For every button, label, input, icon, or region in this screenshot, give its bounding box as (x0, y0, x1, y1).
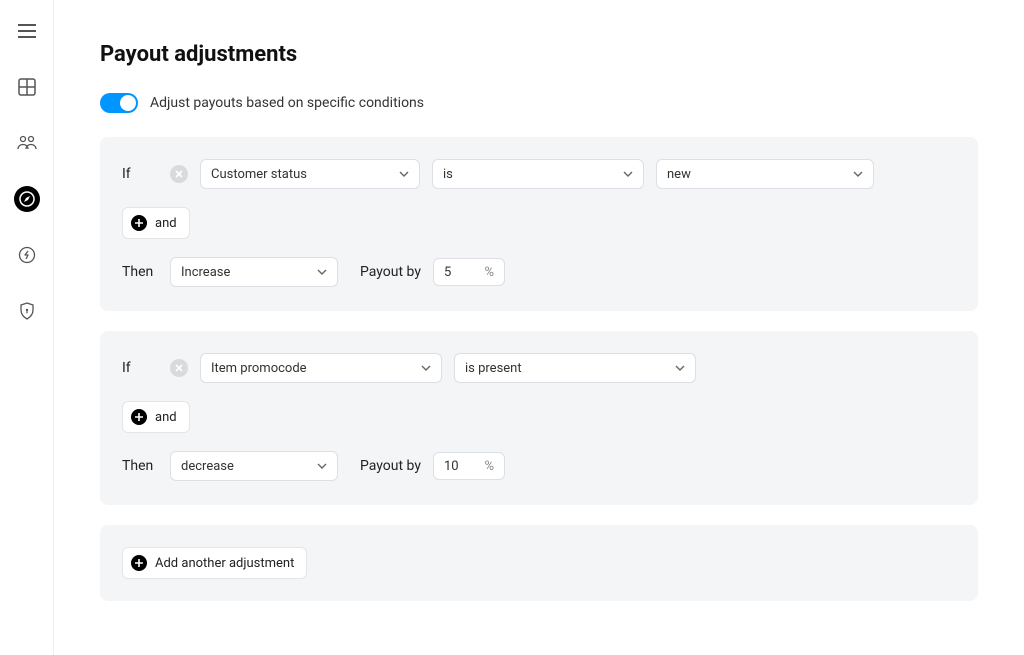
chevron-down-icon (317, 463, 327, 469)
chevron-down-icon (317, 269, 327, 275)
chevron-down-icon (853, 171, 863, 177)
shield-icon[interactable] (14, 298, 40, 324)
plus-icon (131, 555, 147, 571)
then-label: Then (122, 264, 158, 280)
attribute-value: Item promocode (211, 361, 307, 376)
page-title: Payout adjustments (100, 42, 978, 67)
operator-value: is (443, 167, 453, 182)
attribute-select[interactable]: Item promocode (200, 353, 442, 383)
add-and-condition-button[interactable]: and (122, 207, 190, 239)
operator-value: is present (465, 361, 522, 376)
lightning-icon[interactable] (14, 242, 40, 268)
and-label: and (155, 216, 177, 231)
rule-card: If Item promocode is present and Then (100, 331, 978, 505)
dashboard-icon[interactable] (14, 74, 40, 100)
and-label: and (155, 410, 177, 425)
compass-icon[interactable] (14, 186, 40, 212)
amount-input[interactable]: 10 % (433, 452, 505, 480)
value-select[interactable]: new (656, 159, 874, 189)
payout-by-label: Payout by (360, 264, 421, 280)
remove-condition-button[interactable] (170, 165, 188, 183)
add-rule-card: Add another adjustment (100, 525, 978, 601)
action-select[interactable]: Increase (170, 257, 338, 287)
sidebar (0, 0, 54, 655)
then-label: Then (122, 458, 158, 474)
amount-value: 10 (444, 459, 459, 474)
amount-value: 5 (444, 265, 451, 280)
plus-icon (131, 409, 147, 425)
operator-select[interactable]: is (432, 159, 644, 189)
chevron-down-icon (675, 365, 685, 371)
menu-icon[interactable] (14, 18, 40, 44)
remove-condition-button[interactable] (170, 359, 188, 377)
adjustments-toggle[interactable] (100, 93, 138, 113)
chevron-down-icon (399, 171, 409, 177)
percent-unit: % (484, 459, 494, 474)
users-icon[interactable] (14, 130, 40, 156)
plus-icon (131, 215, 147, 231)
chevron-down-icon (623, 171, 633, 177)
rule-card: If Customer status is new and (100, 137, 978, 311)
action-value: Increase (181, 265, 230, 280)
attribute-select[interactable]: Customer status (200, 159, 420, 189)
chevron-down-icon (421, 365, 431, 371)
action-value: decrease (181, 459, 234, 474)
toggle-row: Adjust payouts based on specific conditi… (100, 93, 978, 113)
value-text: new (667, 167, 691, 182)
percent-unit: % (484, 265, 494, 280)
payout-by-label: Payout by (360, 458, 421, 474)
toggle-label: Adjust payouts based on specific conditi… (150, 95, 424, 111)
add-and-condition-button[interactable]: and (122, 401, 190, 433)
attribute-value: Customer status (211, 167, 307, 182)
operator-select[interactable]: is present (454, 353, 696, 383)
if-label: If (122, 360, 158, 376)
if-label: If (122, 166, 158, 182)
main-content: Payout adjustments Adjust payouts based … (54, 0, 1024, 655)
amount-input[interactable]: 5 % (433, 258, 505, 286)
add-another-label: Add another adjustment (155, 556, 294, 571)
action-select[interactable]: decrease (170, 451, 338, 481)
add-another-adjustment-button[interactable]: Add another adjustment (122, 547, 307, 579)
